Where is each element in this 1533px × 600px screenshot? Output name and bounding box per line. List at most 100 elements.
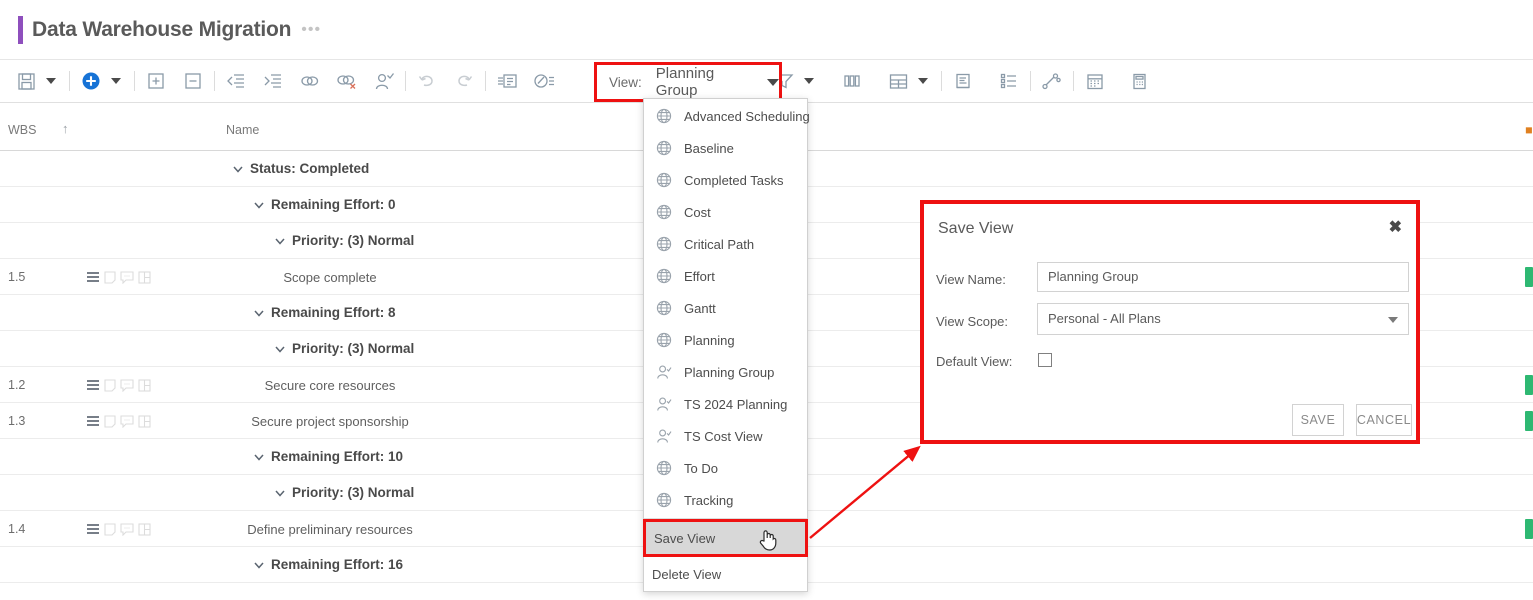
menu-action-delete-view[interactable]: Delete View — [644, 557, 807, 591]
chevron-down-icon[interactable] — [232, 163, 244, 175]
comment-icon[interactable] — [120, 378, 134, 392]
group-row-label: Priority: (3) Normal — [292, 233, 415, 248]
toolbar-divider — [214, 71, 215, 91]
chevron-down-icon[interactable] — [253, 451, 265, 463]
view-selector-value: Planning Group — [655, 65, 715, 99]
cell-task-name: Secure core resources — [264, 378, 396, 393]
chevron-down-icon[interactable] — [253, 307, 265, 319]
column-header-wbs[interactable]: WBS — [8, 123, 36, 137]
group-row-label: Priority: (3) Normal — [292, 341, 415, 356]
attachment-icon[interactable] — [138, 378, 151, 392]
chevron-down-icon[interactable] — [274, 487, 286, 499]
attachment-icon[interactable] — [138, 414, 151, 428]
menu-item-label: Effort — [684, 268, 715, 284]
collapse-all-icon[interactable] — [179, 67, 207, 95]
view-dropdown-menu: Advanced Scheduling Baseline Completed Tas… — [643, 98, 810, 592]
baseline-link-icon[interactable] — [1038, 67, 1066, 95]
cell-wbs: 1.4 — [8, 522, 26, 536]
calendar-icon[interactable] — [1081, 67, 1109, 95]
menu-item-to-do[interactable]: To Do — [644, 452, 807, 484]
menu-item-cost[interactable]: Cost — [644, 196, 807, 228]
row-menu-icon[interactable] — [86, 414, 100, 428]
menu-item-planning[interactable]: Planning — [644, 324, 807, 356]
assign-resource-icon[interactable] — [370, 67, 398, 95]
indent-icon[interactable] — [259, 67, 287, 95]
comment-icon[interactable] — [120, 414, 134, 428]
save-button[interactable]: SAVE — [1292, 404, 1344, 436]
notes-icon[interactable] — [493, 67, 521, 95]
menu-item-ts-cost-view[interactable]: TS Cost View — [644, 420, 807, 452]
cancel-button[interactable]: CANCEL — [1356, 404, 1412, 436]
cell-task-name: Define preliminary resources — [247, 522, 413, 537]
chevron-down-icon[interactable] — [274, 343, 286, 355]
outline-icon[interactable] — [995, 67, 1023, 95]
column-header-name[interactable]: Name — [226, 123, 259, 137]
close-icon[interactable]: ✖ — [1389, 220, 1402, 236]
menu-item-ts-2024-planning[interactable]: TS 2024 Planning — [644, 388, 807, 420]
view-name-label: View Name: — [936, 272, 1006, 287]
expand-all-icon[interactable] — [142, 67, 170, 95]
view-name-input[interactable]: Planning Group — [1037, 262, 1409, 292]
row-menu-icon[interactable] — [86, 522, 100, 536]
comment-icon[interactable] — [120, 522, 134, 536]
row-icon-cluster — [86, 522, 151, 536]
row-menu-icon[interactable] — [86, 378, 100, 392]
undo-icon[interactable] — [413, 67, 441, 95]
status-icon[interactable] — [530, 67, 558, 95]
view-selector[interactable]: View: Planning Group — [594, 62, 782, 102]
menu-action-save-view[interactable]: Save View — [643, 519, 808, 557]
page-title: Data Warehouse Migration — [32, 17, 292, 41]
note-icon[interactable] — [104, 270, 116, 284]
menu-item-effort[interactable]: Effort — [644, 260, 807, 292]
menu-action-label: Save View — [654, 530, 716, 546]
chevron-down-icon[interactable] — [253, 199, 265, 211]
group-caret-icon[interactable] — [912, 67, 934, 95]
note-icon[interactable] — [104, 378, 116, 392]
sort-ascending-icon[interactable]: ↑ — [62, 121, 69, 136]
save-icon[interactable] — [12, 67, 40, 95]
chevron-down-icon[interactable] — [253, 559, 265, 571]
menu-item-planning-group[interactable]: Planning Group — [644, 356, 807, 388]
calculate-icon[interactable] — [1125, 67, 1153, 95]
title-bar: Data Warehouse Migration ••• — [0, 0, 1533, 60]
title-overflow-menu[interactable]: ••• — [301, 21, 321, 37]
title-accent-bar — [18, 15, 23, 44]
row-menu-icon[interactable] — [86, 270, 100, 284]
menu-item-tracking[interactable]: Tracking — [644, 484, 807, 516]
add-task-icon[interactable] — [77, 67, 105, 95]
link-tasks-icon[interactable] — [296, 67, 324, 95]
unlink-tasks-icon[interactable] — [333, 67, 361, 95]
comment-icon[interactable] — [120, 270, 134, 284]
gantt-bar[interactable] — [1525, 375, 1533, 395]
toolbar-divider — [405, 71, 406, 91]
save-dropdown-caret[interactable] — [40, 67, 62, 95]
note-icon[interactable] — [104, 522, 116, 536]
note-icon[interactable] — [104, 414, 116, 428]
menu-item-advanced-scheduling[interactable]: Advanced Scheduling — [644, 100, 810, 132]
menu-item-completed-tasks[interactable]: Completed Tasks — [644, 164, 807, 196]
menu-item-critical-path[interactable]: Critical Path — [644, 228, 807, 260]
cell-wbs: 1.2 — [8, 378, 26, 392]
cell-task-name: Scope complete — [283, 270, 377, 285]
redo-icon[interactable] — [450, 67, 478, 95]
menu-item-baseline[interactable]: Baseline — [644, 132, 807, 164]
columns-icon[interactable] — [838, 67, 866, 95]
gantt-bar[interactable] — [1525, 411, 1533, 431]
default-view-checkbox[interactable] — [1038, 353, 1052, 367]
view-scope-select[interactable]: Personal - All Plans — [1037, 303, 1409, 335]
gantt-bar[interactable] — [1525, 519, 1533, 539]
menu-item-gantt[interactable]: Gantt — [644, 292, 807, 324]
globe-icon — [654, 106, 674, 126]
group-row-label: Priority: (3) Normal — [292, 485, 415, 500]
add-dropdown-caret[interactable] — [105, 67, 127, 95]
gantt-bar[interactable] — [1525, 267, 1533, 287]
filter-caret-icon[interactable] — [798, 67, 820, 95]
attachment-icon[interactable] — [138, 522, 151, 536]
attachment-icon[interactable] — [138, 270, 151, 284]
chevron-down-icon[interactable] — [274, 235, 286, 247]
group-table-icon[interactable] — [884, 67, 912, 95]
globe-icon — [654, 202, 674, 222]
globe-icon — [654, 490, 674, 510]
summary-icon[interactable] — [949, 67, 977, 95]
outdent-icon[interactable] — [222, 67, 250, 95]
